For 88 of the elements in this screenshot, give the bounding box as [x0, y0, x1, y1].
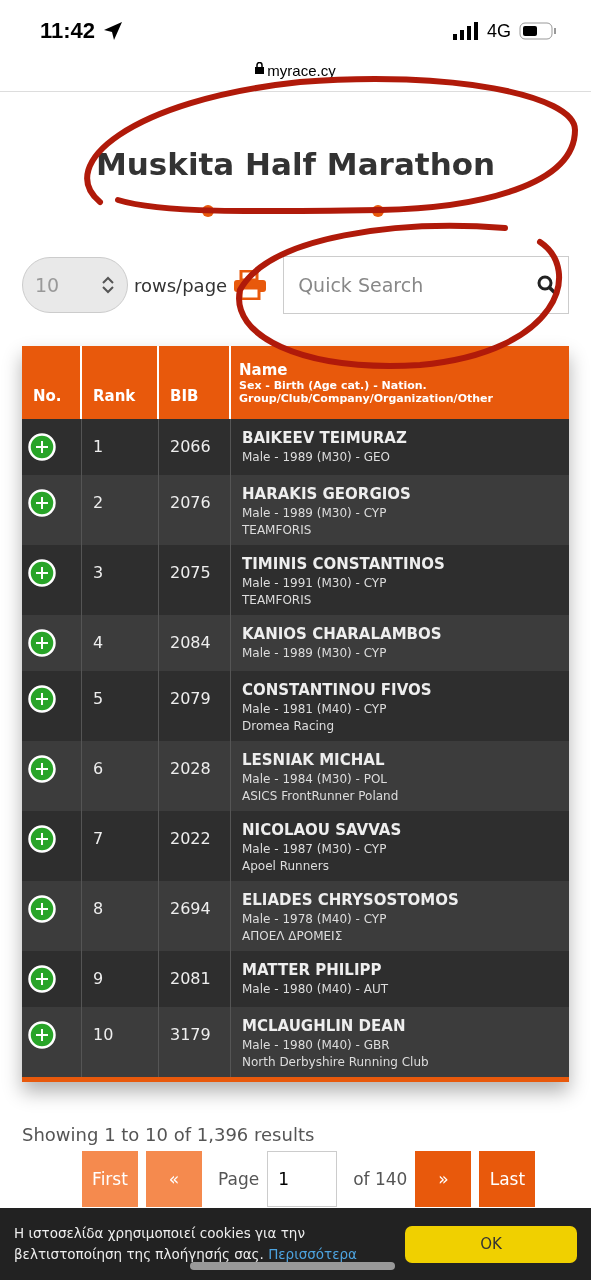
bib-cell-text: 2076	[170, 493, 212, 512]
column-header: Name	[239, 360, 289, 379]
bib-cell-text: 3179	[170, 1025, 212, 1044]
cookie-message: Η ιστοσελίδα χρησιμοποιεί cookies για την βελτιστοποίηση της πλοήγησής σας. Περισσότερα	[14, 1224, 358, 1264]
expand-icon[interactable]	[28, 685, 56, 713]
column-subheader: Group/Club/Company/Organization/Other	[239, 391, 494, 405]
runner-club: Apoel Runners	[242, 859, 330, 873]
expand-icon[interactable]	[28, 965, 56, 993]
runner-details: Male - 1981 (M40) - CYP	[242, 702, 388, 716]
runner-name: BAIKEEV TEIMURAZ	[242, 429, 408, 447]
previous-page-button[interactable]: «	[146, 1151, 202, 1207]
rank-cell-text: 4	[93, 633, 105, 652]
rank-cell-text: 7	[93, 829, 105, 848]
column-subheader: Sex - Birth (Age cat.) - Nation.	[239, 378, 428, 392]
page-count: of 140	[353, 1169, 408, 1189]
bib-cell-text: 2694	[170, 899, 212, 918]
expand-icon[interactable]	[28, 433, 56, 461]
location-arrow-icon	[103, 21, 124, 41]
column-header: Rank	[93, 387, 137, 405]
runner-club: North Derbyshire Running Club	[242, 1055, 430, 1069]
runner-details: Male - 1991 (M30) - CYP	[242, 576, 388, 590]
runner-name: HARAKIS GEORGIOS	[242, 485, 412, 503]
rank-cell-text: 2	[93, 493, 105, 512]
runner-club: ΑΠΟΕΛ ΔΡΟΜΕΙΣ	[242, 929, 344, 943]
runner-name: MCLAUGHLIN DEAN	[242, 1017, 407, 1035]
runner-details: Male - 1989 (M30) - CYP	[242, 506, 388, 520]
expand-icon[interactable]	[28, 1021, 56, 1049]
ok-button[interactable]: OK	[405, 1225, 577, 1263]
chevron-icon	[101, 275, 115, 295]
runner-name: LESNIAK MICHAL	[242, 751, 386, 769]
expand-icon[interactable]	[28, 825, 56, 853]
last-page-button[interactable]: Last	[479, 1151, 536, 1207]
runner-name: NICOLAOU SAVVAS	[242, 821, 403, 839]
rank-cell-text: 6	[93, 759, 105, 778]
runner-details: Male - 1980 (M40) - AUT	[242, 982, 389, 996]
first-page-button[interactable]: First	[82, 1151, 138, 1207]
runner-details: Male - 1984 (M30) - POL	[242, 772, 389, 786]
runner-club: Dromea Racing	[242, 719, 336, 733]
rank-cell-text: 1	[93, 437, 105, 456]
quick-search-field[interactable]: Quick Search	[283, 256, 569, 314]
expand-icon[interactable]	[28, 489, 56, 517]
rank-cell-text: 10	[93, 1025, 115, 1044]
print-icon[interactable]	[233, 270, 268, 300]
column-header: No.	[33, 387, 63, 405]
rank-cell-text: 9	[93, 969, 105, 988]
runner-details: Male - 1989 (M30) - GEO	[242, 450, 391, 464]
runner-club: TEAMFORIS	[242, 593, 313, 607]
expand-icon[interactable]	[28, 755, 56, 783]
page-number-field[interactable]: 1	[267, 1151, 338, 1207]
lock-icon	[255, 62, 265, 74]
column-header: BIB	[170, 387, 200, 405]
next-page-button[interactable]: »	[415, 1151, 472, 1207]
expand-icon[interactable]	[28, 559, 56, 587]
runner-details: Male - 1987 (M30) - CYP	[242, 842, 388, 856]
runner-details: Male - 1989 (M30) - CYP	[242, 646, 388, 660]
page-label: Page	[218, 1169, 260, 1189]
runner-club: TEAMFORIS	[242, 523, 313, 537]
runner-details: Male - 1978 (M40) - CYP	[242, 912, 388, 926]
bib-cell-text: 2022	[170, 829, 212, 848]
battery-icon	[519, 22, 557, 40]
expand-icon[interactable]	[28, 629, 56, 657]
bib-cell-text: 2075	[170, 563, 212, 582]
bib-cell-text: 2066	[170, 437, 212, 456]
bib-cell-text: 2081	[170, 969, 212, 988]
network-type: 4G	[487, 20, 511, 42]
runner-club: ASICS FrontRunner Poland	[242, 789, 400, 803]
results-summary: Showing 1 to 10 of 1,396 results	[22, 1124, 316, 1145]
clock-time: 11:42	[40, 18, 96, 44]
signal-icon	[453, 22, 479, 40]
rank-cell-text: 5	[93, 689, 105, 708]
runner-name: ELIADES CHRYSOSTOMOS	[242, 891, 460, 909]
expand-icon[interactable]	[28, 895, 56, 923]
runner-name: KANIOS CHARALAMBOS	[242, 625, 443, 643]
more-link[interactable]: Περισσότερα	[268, 1246, 357, 1262]
runner-name: CONSTANTINOU FIVOS	[242, 681, 433, 699]
rows-per-page-select[interactable]: 10	[22, 257, 128, 313]
page-title: Muskita Half Marathon	[94, 146, 497, 182]
rank-cell-text: 3	[93, 563, 105, 582]
bib-cell-text: 2028	[170, 759, 212, 778]
runner-name: TIMINIS CONSTANTINOS	[242, 555, 446, 573]
bib-cell-text: 2084	[170, 633, 212, 652]
runner-name: MATTER PHILIPP	[242, 961, 383, 979]
url-text[interactable]: myrace.cy	[267, 62, 336, 79]
rows-per-page-label: rows/page	[134, 274, 228, 296]
rank-cell-text: 8	[93, 899, 105, 918]
search-icon[interactable]	[537, 275, 557, 295]
runner-details: Male - 1980 (M40) - GBR	[242, 1038, 391, 1052]
bib-cell-text: 2079	[170, 689, 212, 708]
